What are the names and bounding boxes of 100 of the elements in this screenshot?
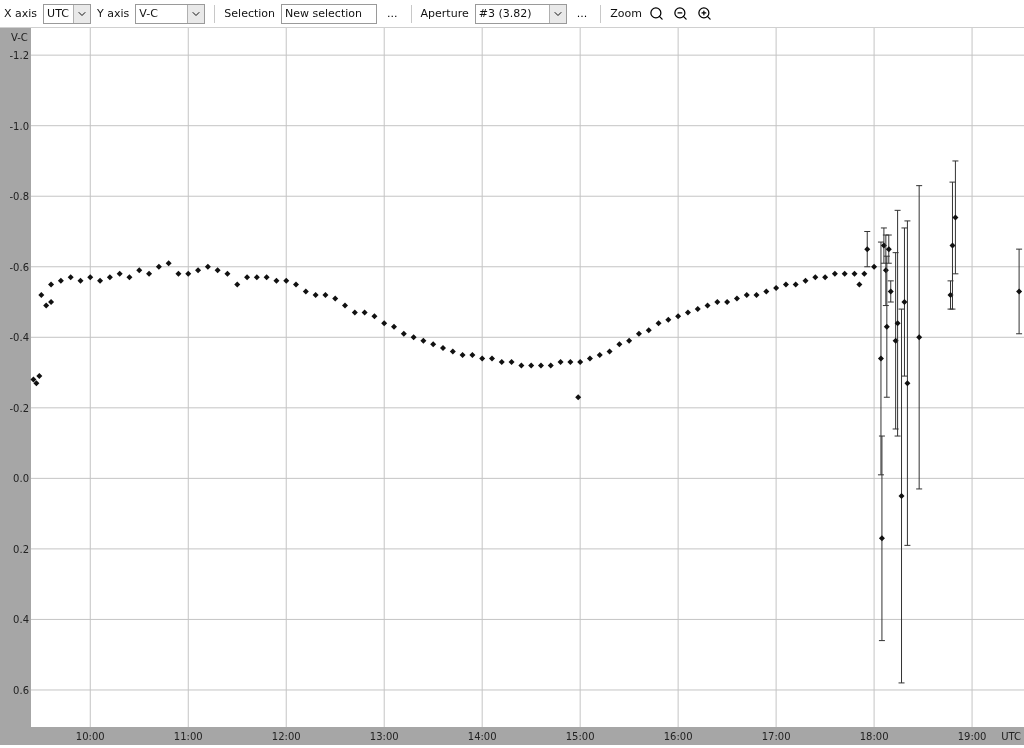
data-point (733, 295, 740, 302)
data-point (567, 359, 574, 365)
data-point (430, 341, 437, 348)
data-point (342, 302, 348, 309)
data-point (724, 299, 731, 306)
data-point (489, 355, 495, 362)
point (904, 380, 911, 387)
point (901, 299, 908, 306)
data-point (714, 299, 721, 306)
data-point (773, 284, 780, 291)
x-tick-label: 13:00 (369, 731, 399, 742)
data-point (185, 270, 192, 277)
aperture-label: Aperture (420, 7, 469, 20)
data-point (440, 344, 446, 351)
point (878, 535, 885, 542)
y-tick-label: -0.2 (9, 402, 29, 414)
selection-field[interactable]: New selection (281, 3, 378, 24)
x-tick-label: 16:00 (663, 731, 693, 742)
data-point (469, 351, 476, 358)
data-point (38, 291, 45, 298)
data-point (57, 277, 64, 284)
data-point (802, 277, 809, 284)
aperture-dropdown[interactable]: #3 (3.82) (474, 3, 567, 24)
point (885, 246, 892, 253)
data-point (856, 281, 863, 288)
x-tick-label: 14:00 (467, 731, 497, 742)
data-point (841, 270, 848, 277)
data-point (155, 263, 162, 270)
y-tick-label: 0.0 (13, 473, 29, 485)
data-point (332, 295, 339, 302)
data-point (273, 277, 280, 284)
data-point (655, 320, 662, 327)
data-point (684, 309, 691, 316)
y-axis-label: Y axis (97, 7, 130, 20)
point (883, 323, 890, 330)
data-point (312, 291, 319, 298)
point (952, 214, 959, 221)
data-point (547, 362, 554, 369)
data-point (204, 263, 211, 270)
point (949, 242, 956, 249)
data-point (106, 274, 113, 281)
data-point (449, 348, 456, 355)
data-point (704, 302, 711, 309)
data-point (136, 267, 143, 274)
y-tick-label: -1.2 (9, 50, 29, 62)
y-axis-title: V-C (11, 32, 28, 43)
data-point (214, 267, 221, 274)
point (887, 288, 894, 295)
data-point-with-error-bar (863, 231, 871, 268)
combo-value: V-C (139, 7, 158, 20)
aperture-more-button[interactable]: ... (572, 3, 592, 24)
zoom-label: Zoom (610, 7, 642, 20)
data-point (861, 270, 868, 277)
data-point (479, 355, 486, 362)
data-point (596, 351, 603, 358)
data-point (293, 281, 300, 288)
data-point (263, 274, 270, 281)
y-axis-dropdown[interactable]: V-C (135, 3, 206, 24)
data-point (498, 359, 505, 365)
y-tick-label: -1.0 (9, 120, 29, 132)
data-point (753, 291, 760, 298)
data-point (812, 274, 819, 281)
point (864, 246, 871, 253)
data-point (557, 359, 564, 365)
zoom-fit-button[interactable] (647, 4, 666, 23)
data-point (361, 309, 368, 316)
data-point (822, 274, 829, 281)
data-point (459, 351, 466, 358)
data-point (97, 277, 104, 284)
y-tick-label: 0.2 (13, 543, 29, 555)
combo-value: #3 (3.82) (478, 7, 532, 20)
data-point (116, 270, 123, 277)
zoom-out-button[interactable] (671, 4, 690, 23)
data-point (400, 330, 407, 337)
point (1016, 288, 1023, 295)
x-tick-label: 15:00 (565, 731, 595, 742)
zoom-in-button[interactable] (695, 4, 714, 23)
data-point (195, 267, 202, 274)
data-point (606, 348, 613, 355)
data-point (694, 306, 701, 313)
data-point (635, 330, 642, 337)
data-point (371, 313, 378, 320)
data-point (87, 274, 94, 281)
data-point (381, 320, 388, 327)
selection-more-button[interactable]: ... (383, 3, 402, 24)
data-point (763, 288, 770, 295)
data-point (675, 313, 682, 320)
data-point (410, 334, 417, 341)
data-point (253, 274, 260, 281)
y-tick-label: -0.4 (9, 332, 29, 344)
point (898, 493, 905, 499)
data-point (391, 323, 397, 330)
data-point (508, 359, 515, 365)
x-tick-label: 12:00 (271, 731, 301, 742)
x-tick-label: 10:00 (75, 731, 105, 742)
data-point (234, 281, 241, 288)
x-axis-dropdown[interactable]: UTC (43, 3, 92, 24)
data-point (586, 355, 593, 362)
x-axis-label: X axis (4, 7, 38, 20)
data-point (126, 274, 133, 281)
